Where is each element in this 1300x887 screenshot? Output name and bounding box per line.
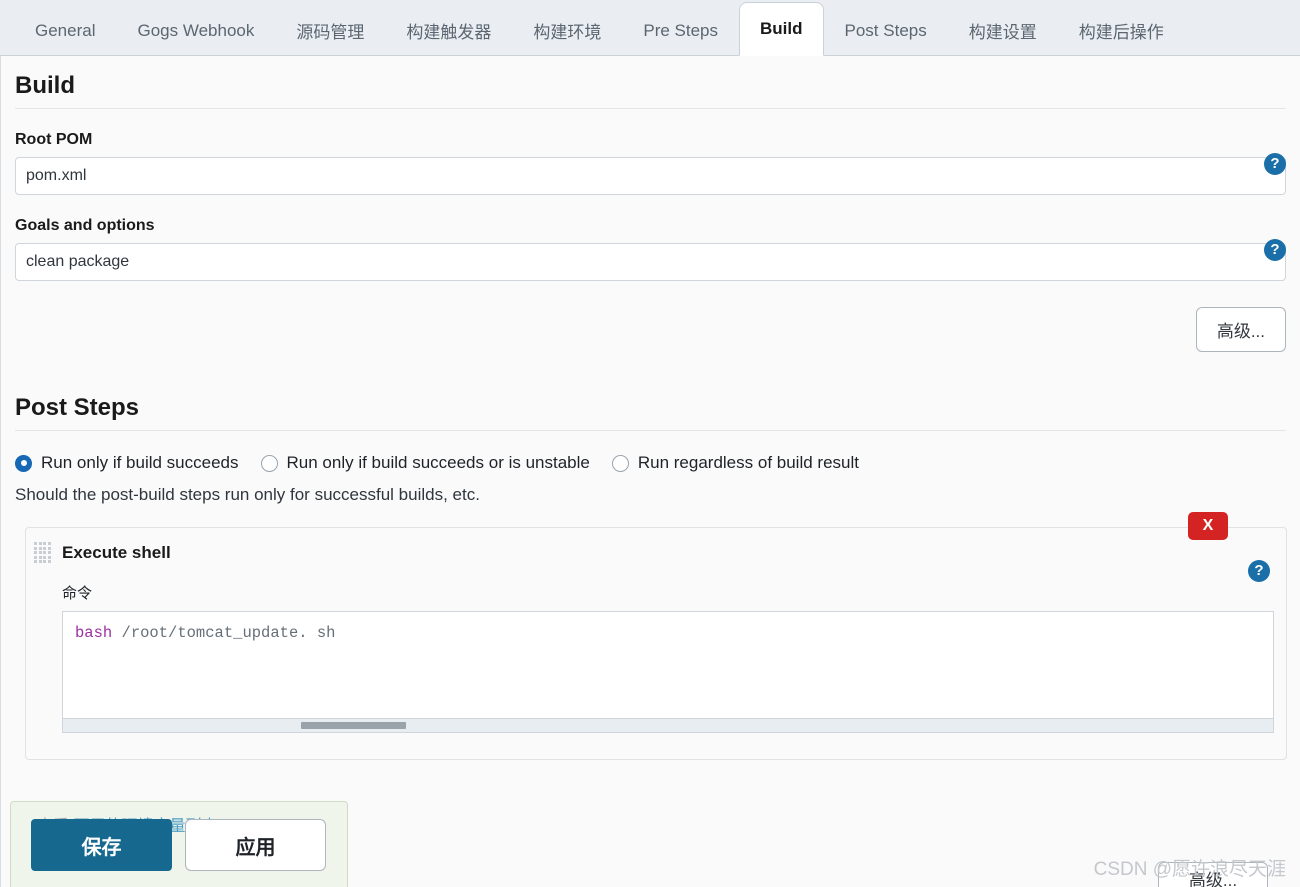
command-textarea[interactable]: bash /root/tomcat_update. sh <box>62 611 1274 719</box>
radio-indicator-succeeds[interactable] <box>15 455 32 472</box>
goals-label: Goals and options <box>15 217 1286 235</box>
jenkins-job-config-page: General Gogs Webhook 源码管理 构建触发器 构建环境 Pre… <box>0 0 1300 887</box>
tab-build-environment[interactable]: 构建环境 <box>512 5 622 55</box>
command-label: 命令 <box>62 582 1286 603</box>
build-advanced-row: 高级... <box>15 307 1286 352</box>
drag-handle-icon[interactable] <box>34 542 48 564</box>
execute-shell-title: Execute shell <box>62 543 171 563</box>
panel-spacer <box>26 733 1286 759</box>
goals-field-group: Goals and options ? <box>15 217 1286 281</box>
post-steps-section-title: Post Steps <box>15 378 1286 431</box>
save-button[interactable]: 保存 <box>31 819 172 871</box>
execute-shell-panel: X ? Execute shell 命令 bash /root/tomcat_u… <box>25 527 1287 760</box>
tab-build-triggers[interactable]: 构建触发器 <box>385 5 512 55</box>
command-rest: /root/tomcat_update. sh <box>112 624 335 642</box>
tab-gogs-webhook[interactable]: Gogs Webhook <box>116 5 275 55</box>
radio-option-regardless[interactable]: Run regardless of build result <box>612 453 859 473</box>
root-pom-label: Root POM <box>15 131 1286 149</box>
post-steps-radio-group: Run only if build succeeds Run only if b… <box>15 453 1286 473</box>
command-keyword: bash <box>75 624 112 642</box>
radio-option-succeeds[interactable]: Run only if build succeeds <box>15 453 239 473</box>
scrollbar-thumb[interactable] <box>301 722 406 729</box>
radio-indicator-succeeds-or-unstable[interactable] <box>261 455 278 472</box>
radio-label-regardless: Run regardless of build result <box>638 453 859 473</box>
root-pom-field-group: Root POM ? <box>15 131 1286 195</box>
tab-post-steps[interactable]: Post Steps <box>824 5 948 55</box>
delete-builder-button[interactable]: X <box>1188 512 1228 540</box>
build-advanced-button[interactable]: 高级... <box>1196 307 1286 352</box>
tab-build-settings[interactable]: 构建设置 <box>948 5 1058 55</box>
radio-label-succeeds: Run only if build succeeds <box>41 453 239 473</box>
apply-button[interactable]: 应用 <box>185 819 326 871</box>
goals-help-icon[interactable]: ? <box>1264 239 1286 261</box>
root-pom-help-icon[interactable]: ? <box>1264 153 1286 175</box>
tab-general[interactable]: General <box>14 5 116 55</box>
tab-source-management[interactable]: 源码管理 <box>275 5 385 55</box>
root-pom-input[interactable] <box>15 157 1286 195</box>
goals-input[interactable] <box>15 243 1286 281</box>
radio-option-succeeds-or-unstable[interactable]: Run only if build succeeds or is unstabl… <box>261 453 590 473</box>
tab-pre-steps[interactable]: Pre Steps <box>622 5 739 55</box>
post-steps-hint: Should the post-build steps run only for… <box>15 485 1286 505</box>
radio-label-succeeds-or-unstable: Run only if build succeeds or is unstabl… <box>287 453 590 473</box>
radio-indicator-regardless[interactable] <box>612 455 629 472</box>
csdn-watermark: CSDN @愿许浪尽天涯 <box>1094 854 1286 881</box>
config-content: Build Root POM ? Goals and options ? 高级.… <box>0 56 1300 887</box>
build-section-title: Build <box>15 56 1286 109</box>
command-horizontal-scrollbar[interactable] <box>62 719 1274 733</box>
tab-build[interactable]: Build <box>739 2 824 56</box>
tab-post-build-actions[interactable]: 构建后操作 <box>1058 5 1185 55</box>
config-tab-bar: General Gogs Webhook 源码管理 构建触发器 构建环境 Pre… <box>0 0 1300 56</box>
execute-shell-help-icon[interactable]: ? <box>1248 560 1270 582</box>
execute-shell-header: Execute shell <box>26 542 1286 564</box>
